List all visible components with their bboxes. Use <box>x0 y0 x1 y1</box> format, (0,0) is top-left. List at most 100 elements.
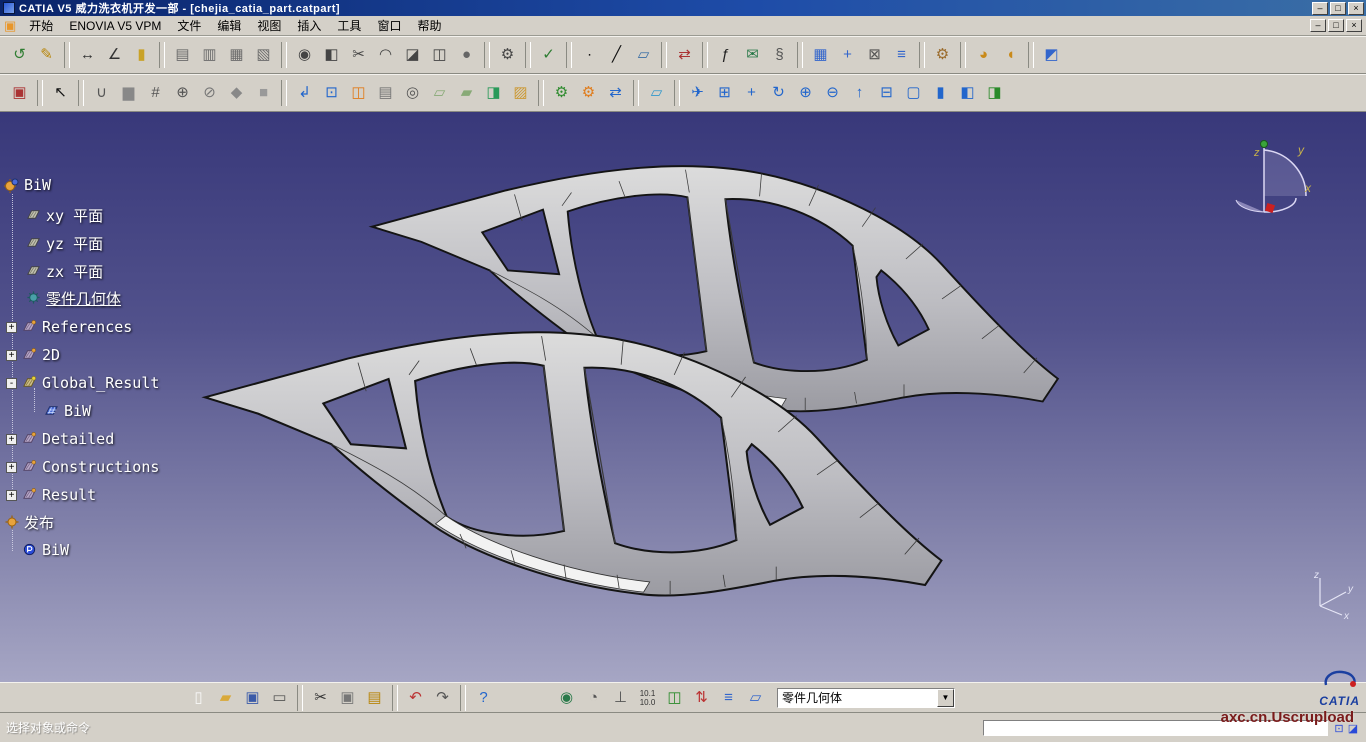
tree-item-label[interactable]: yz 平面 <box>46 233 103 254</box>
hide-show-icon[interactable]: ◧ <box>955 80 980 106</box>
expander-minus[interactable]: - <box>6 378 17 389</box>
section-icon[interactable]: ◩ <box>1039 42 1064 68</box>
body-selector-combo[interactable]: 零件几何体 ▼ <box>777 688 955 708</box>
enovia-sync-icon[interactable]: ▣ <box>7 80 32 106</box>
menu-window[interactable]: 窗口 <box>369 15 409 36</box>
mass-properties-icon[interactable]: ▮ <box>129 42 154 68</box>
biw-node-icon[interactable] <box>22 542 38 558</box>
plane-icon[interactable] <box>26 263 42 279</box>
expander-plus[interactable]: + <box>6 462 17 473</box>
open-body-icon[interactable] <box>22 459 38 475</box>
window-frame-icon[interactable]: ⊡ <box>319 80 344 106</box>
mask-cube-icon[interactable]: ◆ <box>224 80 249 106</box>
boundary-icon[interactable]: ◠ <box>373 42 398 68</box>
cut-icon[interactable]: ✂ <box>308 685 333 711</box>
render-style-icon[interactable]: ▮ <box>928 80 953 106</box>
web-connect-icon[interactable]: ◉ <box>554 685 579 711</box>
tree-item-label[interactable]: Result <box>42 486 96 504</box>
extrapolate-icon[interactable]: ◫ <box>427 42 452 68</box>
sketch-edit-icon[interactable]: ✎ <box>34 42 59 68</box>
macro-gear-icon[interactable]: ⚙ <box>930 42 955 68</box>
layers-icon[interactable]: ≡ <box>889 42 914 68</box>
design-table-icon[interactable]: ▦ <box>808 42 833 68</box>
axis-measure-icon[interactable]: ⊥ <box>608 685 633 711</box>
target-icon[interactable]: ⊕ <box>170 80 195 106</box>
doc-minimize-button[interactable]: – <box>1310 19 1326 32</box>
thick-surface-icon[interactable]: ▨ <box>508 80 533 106</box>
offset-icon[interactable]: ◨ <box>481 80 506 106</box>
apply-material-icon[interactable]: ◫ <box>662 685 687 711</box>
open-body-icon[interactable] <box>22 347 38 363</box>
menu-tools[interactable]: 工具 <box>329 15 369 36</box>
grid-icon[interactable]: # <box>143 80 168 106</box>
doc-close-button[interactable]: × <box>1346 19 1362 32</box>
save-icon[interactable]: ▣ <box>240 685 265 711</box>
menu-edit[interactable]: 编辑 <box>209 15 249 36</box>
pan-icon[interactable]: + <box>739 80 764 106</box>
expander-plus[interactable]: + <box>6 434 17 445</box>
start-icon[interactable]: ▣ <box>4 18 16 34</box>
redo-icon[interactable]: ↷ <box>430 685 455 711</box>
gear-icon[interactable]: ⚙ <box>495 42 520 68</box>
swap-visible-icon[interactable]: ◨ <box>982 80 1007 106</box>
tree-item-label[interactable]: 2D <box>42 346 60 364</box>
fit-all-in-icon[interactable]: ⊞ <box>712 80 737 106</box>
fly-mode-icon[interactable]: ✈ <box>685 80 710 106</box>
chevron-down-icon[interactable]: ▼ <box>937 689 954 707</box>
constraint-icon[interactable]: ⇅ <box>689 685 714 711</box>
undo-icon[interactable]: ↶ <box>403 685 428 711</box>
tree-item-label[interactable]: References <box>42 318 132 336</box>
tree-item-label[interactable]: Global_Result <box>42 374 159 392</box>
multi-view-icon[interactable]: ⊟ <box>874 80 899 106</box>
sphere-icon[interactable]: ● <box>454 42 479 68</box>
open-body-icon[interactable] <box>22 487 38 503</box>
snap-axis-icon[interactable]: + <box>835 42 860 68</box>
tree-item-label[interactable]: BiW <box>42 541 69 559</box>
catalog-icon[interactable]: ▤ <box>170 42 195 68</box>
lock-icon[interactable]: ⊠ <box>862 42 887 68</box>
library-icon[interactable]: ▥ <box>197 42 222 68</box>
menu-insert[interactable]: 插入 <box>289 15 329 36</box>
shading-material-icon[interactable]: ◖ <box>998 42 1023 68</box>
open-body-icon[interactable] <box>22 319 38 335</box>
print-icon[interactable]: ▭ <box>267 685 292 711</box>
check-analysis-icon[interactable]: ✓ <box>536 42 561 68</box>
close-button[interactable]: × <box>1348 2 1364 15</box>
paint-roller-icon[interactable]: ▆ <box>116 80 141 106</box>
plane-icon[interactable]: ▱ <box>631 42 656 68</box>
multi-body-icon[interactable]: ◫ <box>346 80 371 106</box>
open-body-icon[interactable] <box>22 431 38 447</box>
transform-icon[interactable]: ⇄ <box>672 42 697 68</box>
structure-list-icon[interactable]: ≡ <box>716 685 741 711</box>
expander-plus[interactable]: + <box>6 322 17 333</box>
expander-plus[interactable]: + <box>6 490 17 501</box>
formula-icon[interactable]: ƒ <box>713 42 738 68</box>
tree-item-label[interactable]: BiW <box>64 402 91 420</box>
rotate-icon[interactable]: ↻ <box>766 80 791 106</box>
menu-start[interactable]: 开始 <box>21 15 61 36</box>
dim-icon[interactable]: ⊘ <box>197 80 222 106</box>
update-icon[interactable]: ↺ <box>7 42 32 68</box>
tree-item-label[interactable]: Detailed <box>42 430 114 448</box>
restore-button[interactable]: □ <box>1330 2 1346 15</box>
sketcher-icon[interactable]: ↲ <box>292 80 317 106</box>
paste-icon[interactable]: ▤ <box>362 685 387 711</box>
history-icon[interactable]: ◔ <box>581 685 606 711</box>
sheets-icon[interactable]: ▤ <box>373 80 398 106</box>
split-icon[interactable]: ◧ <box>319 42 344 68</box>
publication-icon[interactable] <box>4 514 20 530</box>
material-icon[interactable]: ◕ <box>971 42 996 68</box>
menu-help[interactable]: 帮助 <box>409 15 449 36</box>
new-file-icon[interactable]: ▯ <box>186 685 211 711</box>
group-icon[interactable]: ∪ <box>89 80 114 106</box>
part-body-icon[interactable] <box>26 290 42 306</box>
view-compass[interactable]: z y x <box>1226 134 1316 244</box>
view-cube-icon[interactable]: ▢ <box>901 80 926 106</box>
expander-plus[interactable]: + <box>6 350 17 361</box>
tree-item-label[interactable]: zx 平面 <box>46 261 103 282</box>
tree-item-label[interactable]: Constructions <box>42 458 159 476</box>
exchange-icon[interactable]: ⇄ <box>603 80 628 106</box>
open-icon[interactable]: ▰ <box>213 685 238 711</box>
tree-item-label[interactable]: 零件几何体 <box>46 288 121 309</box>
select-icon[interactable]: ↖ <box>48 80 73 106</box>
